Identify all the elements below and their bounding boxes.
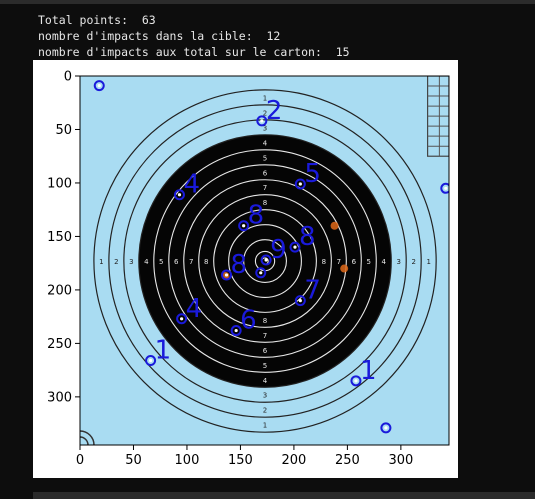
ring-number: 5 [263,154,267,162]
impact-center [298,299,302,303]
ring-number: 4 [382,258,387,266]
impacts-in-target-line: nombre d'impacts dans la cible: 12 [38,29,281,43]
impact-center [242,224,246,228]
impact-center [259,271,263,275]
y-tick-label: 50 [55,123,72,138]
ring-number: 8 [204,258,208,266]
total-points-line: Total points: 63 [38,13,156,27]
impact-center [148,358,153,363]
ring-number: 6 [263,169,268,177]
top-divider [0,0,535,4]
ring-number: 7 [337,258,341,266]
impact-center [224,273,229,277]
impacts-total-line: nombre d'impacts aux total sur le carton… [38,45,350,59]
ring-number: 2 [263,407,267,415]
ring-number: 8 [322,258,326,266]
y-tick-label: 100 [47,176,72,191]
ring-number: 1 [426,258,430,266]
impact-center [384,426,388,430]
ring-number: 5 [263,362,267,370]
ring-number: 7 [189,258,193,266]
ring-number: 3 [396,258,400,266]
impact-center [293,245,297,249]
ring-number: 5 [367,258,371,266]
ring-number: 4 [263,139,268,147]
ring-number: 5 [159,258,163,266]
impact-center [260,119,264,123]
plot-figure: 1111222233334444555566667777888825488987… [33,60,458,478]
impact-center [234,328,238,333]
ring-number: 2 [411,258,415,266]
ring-number: 4 [144,258,149,266]
y-tick-label: 150 [47,230,72,245]
bottom-divider [33,492,535,499]
impact-center [354,379,358,383]
ring-number: 3 [129,258,133,266]
impact-label: 8 [248,201,265,231]
impact-label: 5 [304,159,321,189]
ring-number: 6 [263,347,268,355]
x-tick-label: 200 [281,453,306,468]
impact-center [444,186,448,190]
impact-label: 6 [240,306,257,336]
impact-center [177,193,182,197]
x-tick-label: 300 [388,453,413,468]
impact-label: 2 [266,96,283,126]
ring-number: 1 [263,422,267,430]
impact-label: 8 [299,222,316,252]
impact-center [180,317,184,321]
ring-number: 8 [263,317,267,325]
impact-center [298,182,302,186]
orange-mark [330,221,339,230]
impact-center [97,84,101,88]
ring-number: 6 [174,258,179,266]
impact-center [264,258,268,262]
y-tick-label: 200 [47,283,72,298]
x-tick-label: 0 [76,453,84,468]
ring-number: 1 [99,258,103,266]
ring-number: 3 [263,392,267,400]
impact-label: 8 [231,250,248,280]
ring-number: 2 [114,258,118,266]
ring-number: 7 [263,184,267,192]
ring-number: 6 [352,258,357,266]
y-tick-label: 0 [64,70,72,85]
y-tick-label: 300 [47,390,72,405]
cell-output-text: Total points: 63 nombre d'impacts dans la… [38,12,350,60]
x-tick-label: 150 [228,453,253,468]
impact-label: 4 [183,170,200,200]
impact-label: 7 [304,276,321,306]
x-tick-label: 100 [175,453,200,468]
x-tick-label: 50 [125,453,142,468]
impact-label: 1 [360,356,377,386]
target-plot: 1 1112 2223 3334 4445 5556 6667 7778 88825488987… [47,70,450,468]
ring-number: 7 [263,332,267,340]
y-tick-label: 250 [47,337,72,352]
impact-label: 4 [186,294,203,324]
ring-number: 4 [263,377,268,385]
x-tick-label: 250 [335,453,360,468]
orange-mark [340,264,349,273]
impact-label: 9 [270,235,287,265]
impact-label: 1 [155,336,172,366]
